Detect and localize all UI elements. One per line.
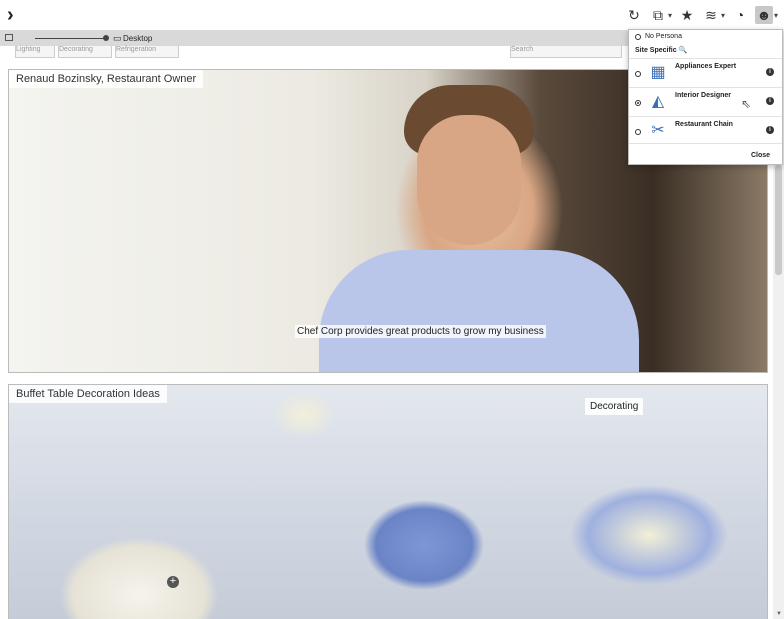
top-toolbar: › ↻ ⧉ ▾ ★ ≋ ▾ ◔ ☻ ▾: [0, 0, 784, 30]
close-button[interactable]: Close: [751, 152, 770, 159]
desktop-icon: ▭: [113, 33, 122, 43]
chevron-down-icon[interactable]: ▾: [774, 11, 778, 20]
scrollbar-thumb[interactable]: [775, 165, 782, 275]
hero-tagline: Chef Corp provides great products to gro…: [295, 325, 546, 338]
toolbar-icons: ↻ ⧉ ▾ ★ ≋ ▾ ◔ ☻ ▾: [625, 6, 778, 24]
chevron-down-icon[interactable]: ▾: [668, 11, 672, 20]
hero-caption: Renaud Bozinsky, Restaurant Owner: [9, 70, 204, 88]
persona-name: Interior Designer: [675, 92, 732, 99]
width-slider-handle[interactable]: [103, 35, 109, 41]
device-label[interactable]: Desktop: [123, 34, 152, 43]
filter-tab[interactable]: Decorating: [58, 46, 112, 58]
add-component-button[interactable]: +: [167, 576, 179, 588]
info-icon[interactable]: i: [766, 68, 774, 76]
search-input[interactable]: Search: [510, 46, 622, 58]
persona-item[interactable]: ▦ Appliances Expert i: [629, 58, 782, 88]
no-persona-label: No Persona: [645, 33, 682, 40]
analytics-icon[interactable]: ≋: [702, 6, 720, 24]
persona-name: Restaurant Chain: [675, 121, 733, 128]
expand-chevron-icon[interactable]: ›: [7, 5, 14, 25]
filter-tab[interactable]: Refrigeration: [115, 46, 179, 58]
persona-radio[interactable]: [635, 71, 641, 77]
appliances-icon: ▦: [650, 64, 666, 81]
info-icon[interactable]: i: [766, 126, 774, 134]
persona-dropdown: No Persona Site Specific 🔍 ▦ Appliances …: [628, 29, 783, 165]
scroll-down-icon[interactable]: ▼: [776, 611, 782, 617]
width-slider-track[interactable]: [35, 38, 105, 39]
decoration-caption: Buffet Table Decoration Ideas: [9, 385, 167, 403]
interior-designer-icon: ◭: [651, 93, 665, 110]
filter-tab[interactable]: Lighting: [15, 46, 55, 58]
info-icon[interactable]: i: [766, 97, 774, 105]
search-icon[interactable]: 🔍: [679, 47, 688, 54]
no-persona-radio[interactable]: [635, 33, 641, 40]
persona-icon[interactable]: ☻: [754, 6, 773, 24]
refresh-icon[interactable]: ↻: [625, 6, 643, 24]
decoration-image: [9, 385, 767, 619]
persona-item[interactable]: ◭ Interior Designer i: [629, 87, 782, 117]
decorating-tag[interactable]: Decorating: [585, 398, 644, 415]
persona-radio[interactable]: [635, 129, 641, 135]
persona-item[interactable]: ✂ Restaurant Chain i: [629, 116, 782, 146]
external-link-icon[interactable]: ⧉: [649, 6, 667, 24]
star-icon[interactable]: ★: [678, 6, 696, 24]
site-specific-heading: Site Specific 🔍: [635, 47, 688, 54]
restaurant-chain-icon: ✂: [651, 122, 665, 139]
persona-name: Appliances Expert: [675, 63, 737, 70]
no-persona-option[interactable]: No Persona: [635, 33, 682, 40]
sidebar-toggle-icon[interactable]: [5, 34, 13, 41]
persona-footer: Close: [629, 143, 782, 164]
history-icon[interactable]: ◔: [731, 6, 749, 24]
mouse-cursor-icon: ⇖: [741, 97, 752, 111]
persona-radio[interactable]: [635, 100, 641, 106]
chevron-down-icon[interactable]: ▾: [721, 11, 725, 20]
decoration-banner[interactable]: Buffet Table Decoration Ideas Decorating…: [8, 384, 768, 619]
